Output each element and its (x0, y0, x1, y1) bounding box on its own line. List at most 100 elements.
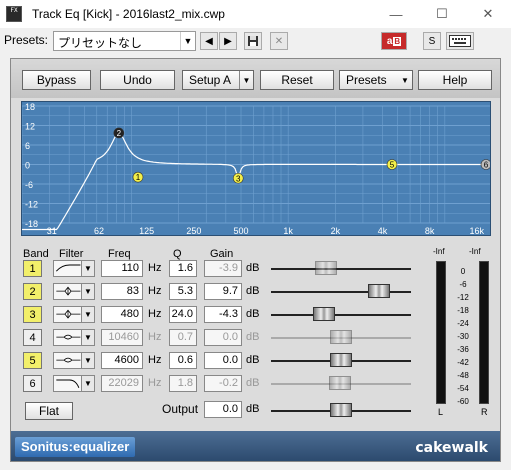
hz-unit: Hz (148, 308, 162, 320)
q-field-4[interactable]: 0.7 (169, 329, 197, 346)
gain-slider-knob-4[interactable] (330, 330, 352, 344)
presets-dropdown[interactable]: プリセットなし ▼ (53, 31, 196, 51)
meter-scale-tick: -36 (457, 345, 469, 354)
band-toggle-5[interactable]: 5 (23, 352, 42, 369)
y-tick-label: 0 (25, 161, 30, 171)
output-meter: -Inf -Inf 0 -6 -12 -18 -24 -30 -36 -42 -48 -54 -60… (433, 247, 493, 421)
s-button[interactable]: S (423, 32, 441, 50)
band-toggle-6[interactable]: 6 (23, 375, 42, 392)
meter-scale-tick: -24 (457, 319, 469, 328)
setup-label: Setup A (189, 73, 232, 87)
x-tick-label: 62 (94, 226, 104, 236)
reset-button[interactable]: Reset (260, 70, 334, 90)
hz-unit: Hz (148, 285, 162, 297)
band-toggle-4[interactable]: 4 (23, 329, 42, 346)
minimize-button[interactable]: — (373, 0, 419, 28)
chevron-down-icon[interactable]: ▼ (81, 329, 95, 346)
eq-response-graph[interactable]: 18 12 6 0 -6 -12 -18 31 62 125 250 500 1k 2k 4k 8k 16k 1 2… (21, 101, 491, 236)
q-field-5[interactable]: 0.6 (169, 352, 197, 369)
db-unit: dB (246, 285, 260, 297)
close-button[interactable]: ✕ (465, 0, 511, 28)
y-tick-label: 12 (25, 122, 35, 132)
gain-slider-knob-2[interactable] (367, 284, 390, 298)
output-slider-knob[interactable] (330, 403, 352, 417)
presets-menu-label: Presets (346, 73, 387, 87)
q-field-2[interactable]: 5.3 (169, 283, 197, 300)
q-field-1[interactable]: 1.6 (169, 260, 197, 277)
chevron-down-icon[interactable]: ▼ (180, 32, 195, 50)
meter-scale-tick: -30 (457, 332, 469, 341)
chevron-down-icon: ▼ (401, 75, 409, 85)
maximize-button[interactable]: ☐ (419, 0, 465, 28)
q-field-3[interactable]: 24.0 (169, 306, 197, 323)
gain-field-2[interactable]: 9.7 (204, 283, 242, 300)
output-value-field[interactable]: 0.0 (204, 401, 242, 418)
chevron-down-icon[interactable]: ▼ (81, 283, 95, 300)
output-db-unit: dB (246, 403, 260, 415)
gain-slider-knob-3[interactable] (313, 307, 336, 321)
gain-field-4[interactable]: 0.0 (204, 329, 242, 346)
freq-field-4[interactable]: 10460 (101, 329, 143, 346)
filter-header: Filter (59, 248, 84, 260)
x-tick-label: 250 (186, 226, 201, 236)
gain-slider-knob-1[interactable] (314, 261, 337, 275)
freq-field-2[interactable]: 83 (101, 283, 143, 300)
db-unit: dB (246, 377, 260, 389)
next-preset-button[interactable]: ▶ (219, 32, 237, 50)
freq-field-1[interactable]: 110 (101, 260, 143, 277)
gain-slider-knob-5[interactable] (330, 353, 352, 367)
meter-right-peak: -Inf (469, 247, 481, 256)
freq-field-5[interactable]: 4600 (101, 352, 143, 369)
fx-app-icon: FX (6, 6, 22, 22)
chevron-down-icon[interactable]: ▼ (81, 260, 95, 277)
band-marker-label: 2 (117, 129, 122, 138)
presets-menu-button[interactable]: Presets ▼ (339, 70, 413, 90)
keyboard-button[interactable] (446, 32, 474, 50)
presets-value: プリセットなし (58, 36, 143, 50)
gain-slider-knob-6[interactable] (329, 376, 352, 390)
notch-icon (56, 357, 81, 363)
band-toggle-1[interactable]: 1 (23, 260, 42, 277)
chevron-down-icon[interactable]: ▼ (239, 71, 253, 89)
gain-field-1[interactable]: -3.9 (204, 260, 242, 277)
meter-left-peak: -Inf (433, 247, 445, 256)
delete-preset-button[interactable]: ✕ (270, 32, 288, 50)
eq-graph-canvas[interactable]: 181260-6-12-1831 62 125 250 500 1k 2k 4k 8k 16k12… (22, 102, 491, 236)
peak-icon (56, 286, 81, 296)
help-button[interactable]: Help (418, 70, 492, 90)
ab-compare-button[interactable]: aB (381, 32, 407, 50)
chevron-down-icon[interactable]: ▼ (81, 306, 95, 323)
meter-scale-tick: -42 (457, 358, 469, 367)
gain-field-5[interactable]: 0.0 (204, 352, 242, 369)
freq-field-3[interactable]: 480 (101, 306, 143, 323)
flat-button[interactable]: Flat (25, 402, 73, 420)
bypass-button[interactable]: Bypass (22, 70, 91, 90)
gain-slider-track-1[interactable] (271, 268, 411, 270)
prev-preset-button[interactable]: ◀ (200, 32, 218, 50)
freq-field-6[interactable]: 22029 (101, 375, 143, 392)
x-tick-label: 2k (331, 226, 341, 236)
band-toggle-3[interactable]: 3 (23, 306, 42, 323)
band-toggle-2[interactable]: 2 (23, 283, 42, 300)
gain-field-3[interactable]: -4.3 (204, 306, 242, 323)
x-tick-label: 4k (378, 226, 388, 236)
meter-left-label: L (438, 407, 444, 417)
undo-button[interactable]: Undo (100, 70, 175, 90)
gain-slider-track-2[interactable] (271, 291, 411, 293)
plugin-toolbar: Bypass Undo Setup A ▼ Reset Presets ▼ He… (11, 59, 500, 98)
chevron-down-icon[interactable]: ▼ (81, 352, 95, 369)
y-tick-label: 6 (25, 141, 30, 151)
gain-field-6[interactable]: -0.2 (204, 375, 242, 392)
save-preset-button[interactable] (244, 32, 262, 50)
meter-scale-tick: -6 (459, 280, 467, 289)
bands-section: Band Filter Freq Q Gain 1 ▼ 110 Hz 1.6 -… (11, 239, 500, 429)
x-tick-label: 500 (233, 226, 248, 236)
q-field-6[interactable]: 1.8 (169, 375, 197, 392)
peak-icon (56, 309, 81, 319)
meter-left-bar (436, 261, 446, 404)
setup-dropdown[interactable]: Setup A ▼ (182, 70, 254, 90)
prev-icon: ◀ (205, 35, 213, 47)
chevron-down-icon[interactable]: ▼ (81, 375, 95, 392)
gain-header: Gain (210, 248, 234, 260)
gain-slider-track-3[interactable] (271, 314, 411, 316)
